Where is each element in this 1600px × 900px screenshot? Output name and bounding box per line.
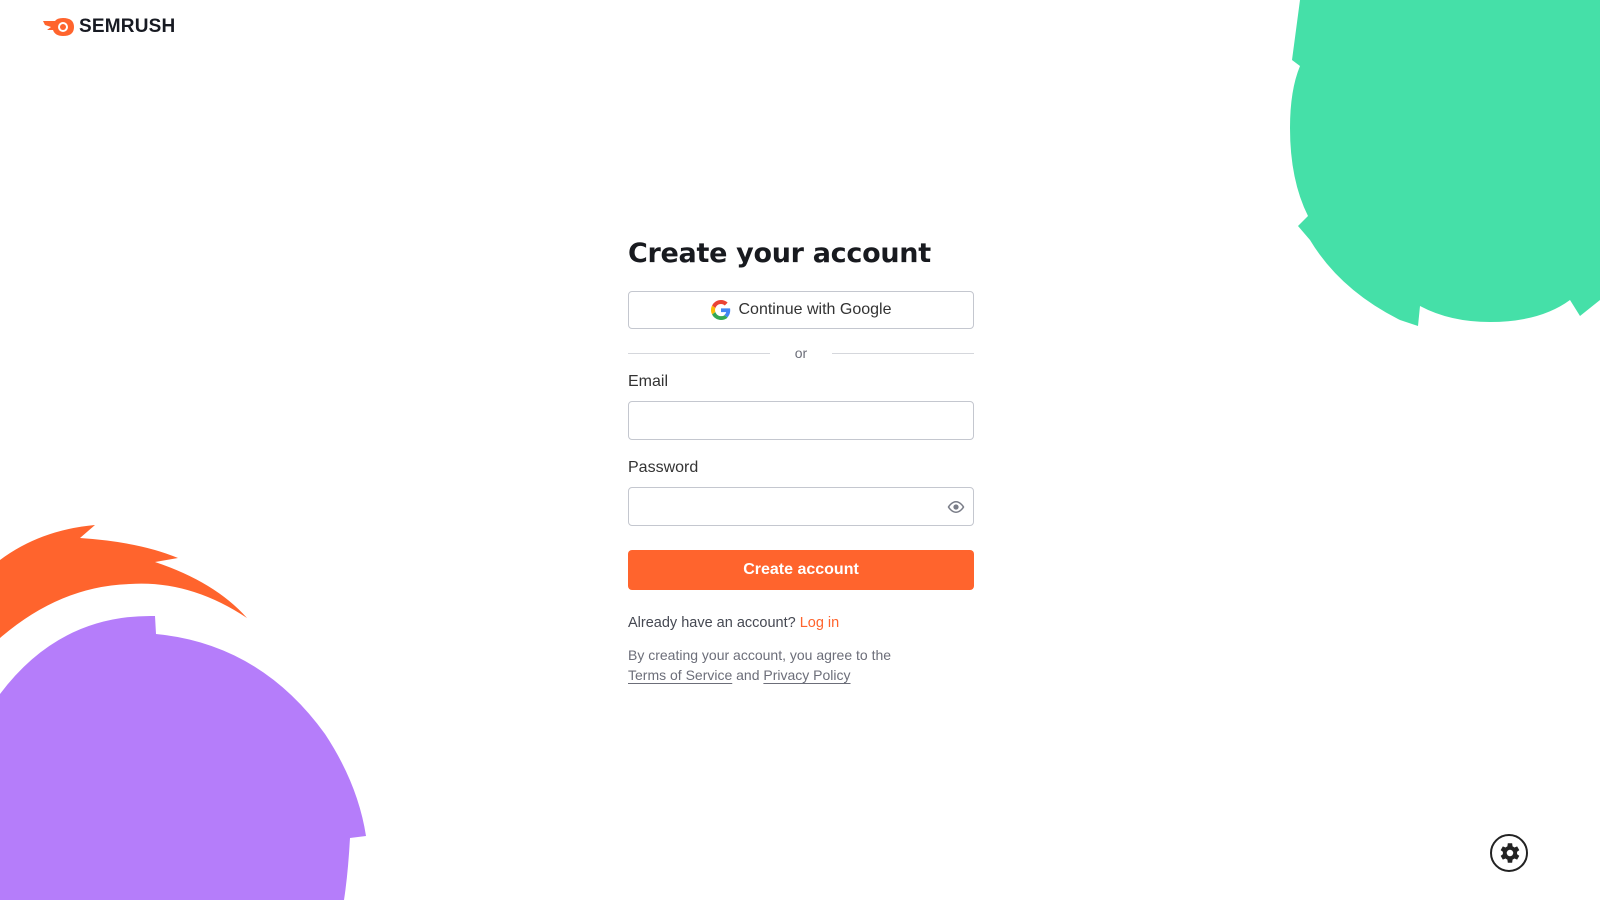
settings-button[interactable] (1490, 834, 1528, 872)
google-button-label: Continue with Google (738, 301, 892, 318)
email-field[interactable] (629, 402, 973, 439)
legal-notice: By creating your account, you agree to t… (628, 645, 974, 685)
legal-text: By creating your account, you agree to t… (628, 647, 892, 663)
email-label: Email (628, 373, 669, 390)
google-g-icon (710, 300, 730, 320)
divider-line (628, 352, 770, 354)
divider-line (832, 352, 974, 354)
eye-icon[interactable] (947, 498, 965, 516)
email-field-wrapper (628, 401, 974, 440)
logo-text: SEMRUSH (79, 16, 176, 37)
divider-text: or (794, 345, 808, 361)
gear-icon (1500, 843, 1520, 863)
password-label: Password (628, 459, 699, 476)
password-field[interactable] (629, 488, 973, 525)
decor-purple-circle (0, 615, 366, 900)
privacy-policy-link[interactable]: Privacy Policy (763, 667, 850, 683)
or-divider: or (628, 345, 974, 361)
signup-form: Create your account Continue with Google… (628, 238, 974, 685)
terms-of-service-link[interactable]: Terms of Service (628, 667, 732, 683)
already-text: Already have an account? (628, 615, 796, 631)
semrush-flame-icon (43, 18, 74, 36)
page-title: Create your account (628, 238, 931, 269)
login-link[interactable]: Log in (800, 615, 840, 631)
semrush-logo[interactable]: SEMRUSH (43, 16, 175, 38)
login-prompt: Already have an account? Log in (628, 615, 974, 631)
create-account-button[interactable]: Create account (628, 550, 974, 590)
decor-green-blob (1290, 0, 1600, 326)
continue-with-google-button[interactable]: Continue with Google (628, 291, 974, 329)
password-field-wrapper (628, 487, 974, 526)
and-text: and (736, 667, 760, 683)
